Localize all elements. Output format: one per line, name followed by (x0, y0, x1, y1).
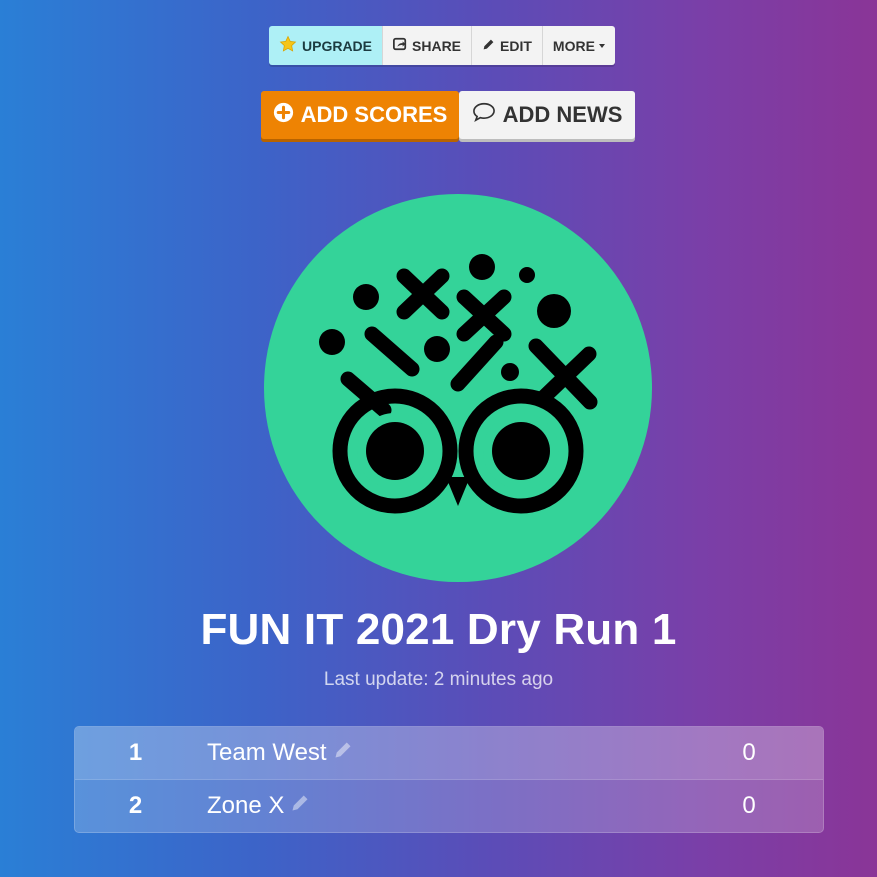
star-icon (279, 35, 297, 56)
more-label: MORE (552, 37, 595, 54)
score-cell: 0 (742, 739, 756, 766)
pencil-icon[interactable] (290, 792, 310, 820)
rank-cell: 1 (128, 739, 143, 766)
more-dropdown[interactable]: MORE (542, 26, 615, 65)
last-update-text: Last update: 2 minutes ago (323, 669, 554, 690)
plus-circle-icon (273, 102, 294, 129)
add-scores-button[interactable]: ADD SCORES (261, 91, 459, 139)
share-button[interactable]: SHARE (383, 26, 473, 65)
table-row[interactable]: 2 Zone X 0 (75, 779, 823, 832)
team-name: Team West (207, 739, 327, 766)
add-scores-label: ADD SCORES (300, 102, 448, 127)
share-icon (393, 37, 407, 54)
page-title: FUN IT 2021 Dry Run 1 (200, 605, 677, 654)
action-buttons: ADD SCORES ADD NEWS (261, 91, 635, 139)
upgrade-button[interactable]: UPGRADE (269, 26, 384, 65)
team-name-cell: Team West (207, 739, 704, 767)
owl-logo-icon (264, 194, 652, 582)
speech-bubble-icon (472, 101, 496, 129)
upgrade-label: UPGRADE (302, 37, 373, 54)
rank-cell: 2 (128, 792, 143, 819)
edit-label: EDIT (500, 37, 532, 54)
score-cell: 0 (742, 792, 756, 819)
team-name: Zone X (207, 792, 285, 819)
pencil-icon[interactable] (333, 739, 353, 767)
table-row[interactable]: 1 Team West 0 (75, 727, 823, 779)
caret-down-icon (598, 43, 605, 48)
top-toolbar: UPGRADE SHARE EDIT MORE (269, 26, 615, 65)
pencil-icon (482, 38, 495, 54)
team-name-cell: Zone X (207, 792, 704, 820)
add-news-label: ADD NEWS (502, 102, 623, 127)
add-news-button[interactable]: ADD NEWS (459, 91, 635, 139)
share-label: SHARE (412, 37, 462, 54)
edit-button[interactable]: EDIT (472, 26, 543, 65)
scoreboard-table: 1 Team West 0 2 Zone X 0 (74, 726, 824, 833)
